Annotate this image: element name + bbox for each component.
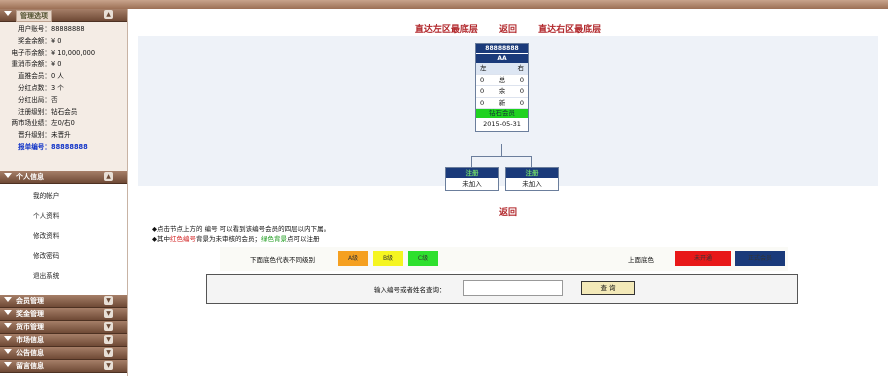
section-market-info[interactable]: 市场信息 ▼ [0, 334, 127, 347]
notes: ◆点击节点上方的 编号 可以看到该编号会员的四层以内下属。 ◆其中红色编号背景为… [152, 224, 330, 244]
expand-icon[interactable]: ▼ [104, 335, 113, 344]
menu-change-password[interactable]: 修改密码 [0, 246, 127, 266]
child-status[interactable]: 注册 [506, 168, 558, 178]
info-row: 晋升级别：未晋升 [18, 131, 71, 140]
node-date: 2015-05-31 [483, 120, 521, 128]
menu-profile[interactable]: 个人资料 [0, 206, 127, 226]
sidebar: 管理选项 ▲ 用户账号：88888888 奖金余额：¥ 0 电子币余额：¥ 10… [0, 9, 128, 376]
legend-chip-inactive: 未开通 [675, 251, 731, 266]
expand-icon[interactable]: ▼ [104, 322, 113, 331]
top-nav-links: 直达左区最底层 返回 直达右区最底层 [128, 22, 888, 35]
info-row: 奖金余额：¥ 0 [18, 36, 62, 45]
menu-edit-profile[interactable]: 修改资料 [0, 226, 127, 246]
legend-chip-a: A级 [338, 251, 368, 266]
legend-chip-official: 正式会员 [735, 251, 785, 266]
section-member-mgmt[interactable]: 会员管理 ▼ [0, 295, 127, 308]
search-label: 输入编号或者姓名查询： [374, 286, 446, 294]
section-announcements[interactable]: 公告信息 ▼ [0, 347, 127, 360]
section-currency-mgmt[interactable]: 货币管理 ▼ [0, 321, 127, 334]
account-section-title: 管理选项 [16, 10, 52, 22]
info-row: 注册级别：钻石会员 [18, 107, 78, 116]
expand-icon[interactable]: ▼ [104, 361, 113, 370]
top-bar [0, 0, 888, 9]
node-row-remain: 0余0 [476, 86, 528, 98]
collapse-icon[interactable]: ▲ [104, 10, 113, 19]
menu-logout[interactable]: 退出系统 [0, 266, 127, 286]
node-name: AA [476, 53, 528, 63]
account-section-header[interactable]: 管理选项 ▲ [0, 9, 127, 22]
info-row: 电子币余额：¥ 10,000,000 [11, 48, 96, 57]
child-action: 未加入 [462, 180, 482, 188]
bottom-back-link[interactable]: 返回 [128, 205, 888, 218]
link-back[interactable]: 返回 [499, 25, 517, 35]
child-node-left[interactable]: 注册 未加入 [445, 167, 499, 191]
node-id[interactable]: 88888888 [476, 44, 528, 53]
info-row: 重消币余额：¥ 0 [11, 60, 62, 69]
note-line: ◆其中红色编号背景为未审核的会员；绿色背景点可以注册 [152, 235, 320, 243]
node-side-labels: 左右 [476, 63, 528, 75]
tree-connector [531, 156, 532, 167]
search-bar: 输入编号或者姓名查询： 查 询 [206, 274, 798, 304]
info-row: 分红出局：否 [18, 95, 58, 104]
link-left-bottom[interactable]: 直达左区最底层 [415, 25, 478, 35]
personal-section-header[interactable]: 个人信息 ▲ [0, 171, 127, 184]
chevron-down-icon [4, 323, 12, 328]
note-line: ◆点击节点上方的 编号 可以看到该编号会员的四层以内下属。 [152, 225, 331, 233]
section-messages[interactable]: 留言信息 ▼ [0, 360, 127, 373]
chevron-down-icon [4, 297, 12, 302]
legend-top-label: 上面底色 [628, 256, 654, 264]
legend-chip-c: C级 [408, 251, 438, 266]
tree-connector [471, 156, 472, 167]
chevron-down-icon [4, 11, 12, 16]
chevron-down-icon [4, 336, 12, 341]
info-row: 两市场业绩：左0/右0 [11, 119, 75, 128]
tree-connector [471, 156, 531, 157]
search-button[interactable]: 查 询 [581, 281, 635, 295]
collapse-icon[interactable]: ▲ [104, 172, 113, 181]
account-info-panel: 用户账号：88888888 奖金余额：¥ 0 电子币余额：¥ 10,000,00… [0, 22, 127, 171]
legend-chip-b: B级 [373, 251, 403, 266]
member-tree: 88888888 AA 左右 0总0 0余0 0新0 钻石会员 2015-05-… [138, 36, 878, 191]
child-status[interactable]: 注册 [446, 168, 498, 178]
personal-menu: 我的帐户 个人资料 修改资料 修改密码 退出系统 [0, 184, 127, 295]
chevron-down-icon [4, 362, 12, 367]
section-bonus-mgmt[interactable]: 奖金管理 ▼ [0, 308, 127, 321]
chevron-down-icon [4, 173, 12, 178]
root-node[interactable]: 88888888 AA 左右 0总0 0余0 0新0 钻石会员 2015-05-… [475, 43, 529, 132]
menu-my-account[interactable]: 我的帐户 [0, 186, 127, 206]
expand-icon[interactable]: ▼ [104, 296, 113, 305]
expand-icon[interactable]: ▼ [104, 348, 113, 357]
node-row-total: 0总0 [476, 75, 528, 86]
search-input[interactable] [463, 280, 563, 296]
info-row: 分红点数：3 个 [18, 83, 64, 92]
info-row: 直推会员：0 人 [18, 72, 64, 81]
child-action: 未加入 [522, 180, 542, 188]
node-row-new: 0新0 [476, 98, 528, 109]
child-node-right[interactable]: 注册 未加入 [505, 167, 559, 191]
info-row: 用户账号：88888888 [18, 25, 85, 33]
info-row-order-id: 报单编号：88888888 [18, 142, 88, 151]
chevron-down-icon [4, 349, 12, 354]
legend-levels-label: 下面底色代表不同级别 [250, 256, 315, 264]
node-level-badge: 钻石会员 [476, 109, 528, 118]
color-legend: 下面底色代表不同级别 A级 B级 C级 上面底色 未开通 正式会员 [220, 247, 788, 271]
tree-connector [501, 144, 502, 156]
expand-icon[interactable]: ▼ [104, 309, 113, 318]
chevron-down-icon [4, 310, 12, 315]
main-content: 直达左区最底层 返回 直达右区最底层 88888888 AA 左右 0总0 0余… [128, 9, 888, 376]
link-right-bottom[interactable]: 直达右区最底层 [538, 25, 601, 35]
